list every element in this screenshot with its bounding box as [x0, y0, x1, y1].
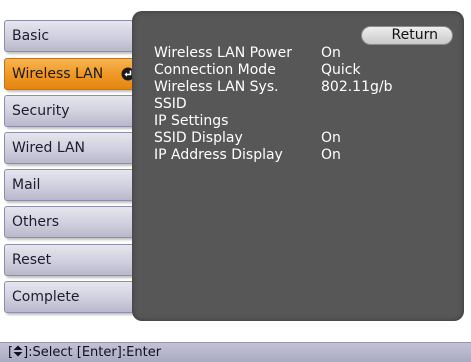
setting-label: SSID	[154, 96, 187, 112]
setting-label: Connection Mode	[154, 62, 276, 78]
setting-value: On	[321, 45, 341, 61]
sidebar-item-label: Security	[12, 103, 70, 119]
return-label: Return	[391, 27, 438, 43]
setting-connection-mode[interactable]: Connection Mode Quick	[154, 62, 454, 79]
sidebar-item-reset[interactable]: Reset	[4, 244, 134, 276]
footer-hint: ]:Select [Enter]:Enter	[23, 345, 162, 360]
setting-label: IP Address Display	[154, 147, 283, 163]
sidebar-item-complete[interactable]: Complete	[4, 281, 134, 313]
setting-value: On	[321, 147, 341, 163]
setting-ssid-display[interactable]: SSID Display On	[154, 130, 454, 147]
setting-ssid[interactable]: SSID	[154, 96, 454, 113]
up-down-arrow-icon	[13, 345, 23, 357]
return-button[interactable]: Return	[361, 26, 453, 45]
setting-value: On	[321, 130, 341, 146]
setting-ip-address-display[interactable]: IP Address Display On	[154, 147, 454, 164]
footer-hint-bar: [ ]:Select [Enter]:Enter	[0, 342, 471, 362]
sidebar-item-label: Wireless LAN	[12, 66, 104, 82]
sidebar-item-label: Others	[12, 214, 60, 230]
sidebar-item-label: Reset	[12, 252, 52, 268]
setting-label: SSID Display	[154, 130, 243, 146]
setting-ip-settings[interactable]: IP Settings	[154, 113, 454, 130]
setting-label: Wireless LAN Sys.	[154, 79, 279, 95]
setting-value: Quick	[321, 62, 361, 78]
setting-label: IP Settings	[154, 113, 229, 129]
sidebar-item-label: Mail	[12, 177, 41, 193]
sidebar-item-label: Wired LAN	[12, 140, 85, 156]
sidebar-item-label: Basic	[12, 28, 50, 44]
footer-hint-text: [ ]:Select [Enter]:Enter	[8, 344, 161, 361]
sidebar-item-label: Complete	[12, 289, 80, 305]
setting-value: 802.11g/b	[321, 79, 393, 95]
sidebar-item-wired-lan[interactable]: Wired LAN	[4, 132, 134, 164]
sidebar-item-mail[interactable]: Mail	[4, 169, 134, 201]
sidebar-item-basic[interactable]: Basic	[4, 20, 134, 52]
sidebar-item-security[interactable]: Security	[4, 95, 134, 127]
setting-label: Wireless LAN Power	[154, 45, 292, 61]
setting-wireless-lan-sys[interactable]: Wireless LAN Sys. 802.11g/b	[154, 79, 454, 96]
sidebar-item-others[interactable]: Others	[4, 206, 134, 238]
sidebar-item-wireless-lan[interactable]: Wireless LAN	[4, 58, 142, 90]
setting-wireless-lan-power[interactable]: Wireless LAN Power On	[154, 45, 454, 62]
